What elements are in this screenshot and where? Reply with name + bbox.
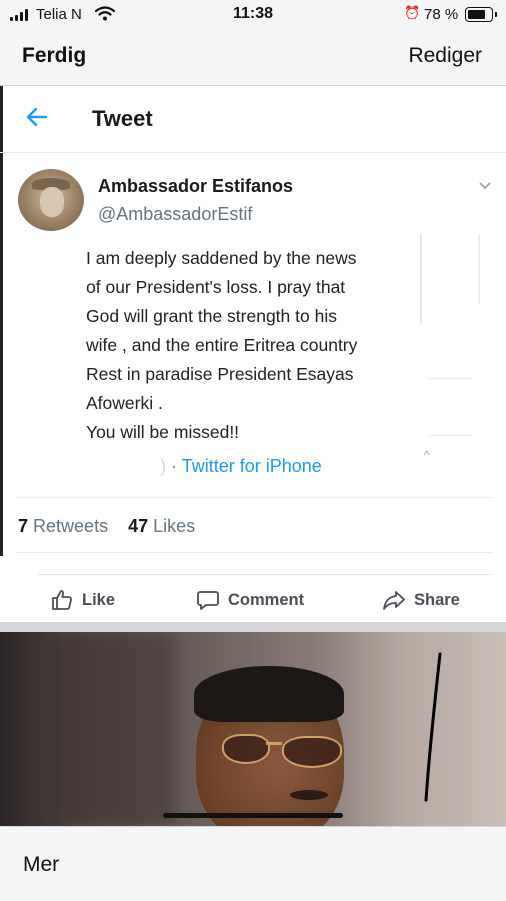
divider [0, 622, 506, 632]
comment-icon [196, 588, 220, 612]
source-separator: · [171, 456, 182, 476]
faded-text: ) [160, 456, 166, 476]
image-border [0, 86, 3, 556]
tweet-stats: 7 Retweets 47 Likes [18, 516, 195, 537]
home-indicator [163, 813, 343, 818]
tweet-text-line: You will be missed!! [86, 422, 240, 442]
divider [38, 574, 492, 575]
tweet-text-line: Rest in paradise President Esayas [86, 364, 354, 384]
battery-icon [465, 7, 497, 22]
status-bar: Telia N 11:38 ⏰ 78 % [0, 0, 506, 30]
post-actions: Like Comment Share [0, 576, 506, 624]
thumbs-up-icon [50, 588, 74, 612]
comment-button[interactable]: Comment [196, 588, 304, 612]
tweet-text-line: wife , and the entire Eritrea country [86, 335, 358, 355]
avatar[interactable] [18, 169, 84, 231]
tweet-text-line: Afowerki . [86, 393, 163, 413]
divider [16, 552, 492, 553]
divider [16, 497, 492, 498]
likes-label[interactable]: Likes [153, 516, 195, 536]
editing-artifact [478, 234, 480, 304]
editing-artifact [428, 435, 472, 436]
post-content: Tweet Ambassador Estifanos @AmbassadorEs… [0, 86, 506, 826]
share-button[interactable]: Share [382, 588, 460, 612]
tweet-text-line: of our President's loss. I pray that [86, 277, 346, 297]
author-name[interactable]: Ambassador Estifanos [98, 176, 293, 197]
alarm-icon: ⏰ [404, 5, 421, 20]
comment-label: Comment [228, 590, 305, 609]
tweet-text: I am deeply saddened by the news of our … [86, 244, 416, 447]
battery-percent: 78 % [424, 6, 459, 23]
share-arrow-icon [382, 588, 406, 612]
like-button[interactable]: Like [50, 588, 115, 612]
retweets-label[interactable]: Retweets [33, 516, 108, 536]
chevron-down-icon[interactable] [478, 178, 492, 194]
author-handle[interactable]: @AmbassadorEstif [98, 204, 252, 225]
more-button[interactable]: Mer [23, 853, 59, 877]
like-label: Like [82, 590, 116, 609]
share-label: Share [414, 590, 460, 609]
likes-count: 47 [128, 516, 149, 536]
tweet-text-line: God will grant the strength to his [86, 306, 337, 326]
navigation-bar: Ferdig Rediger [0, 30, 506, 86]
done-button[interactable]: Ferdig [22, 44, 86, 68]
bottom-bar: Mer [0, 826, 506, 901]
editing-artifact [428, 378, 472, 379]
back-arrow-icon[interactable] [24, 104, 50, 130]
caret-icon: ^ [424, 448, 430, 462]
tweet-source: ) · Twitter for iPhone [160, 456, 322, 477]
edit-button[interactable]: Rediger [408, 44, 482, 68]
tweet-header-title: Tweet [92, 106, 153, 131]
tweet-text-line: I am deeply saddened by the news [86, 248, 357, 268]
source-label[interactable]: Twitter for iPhone [182, 456, 322, 476]
tweet-header: Tweet [0, 86, 506, 153]
post-photo[interactable] [0, 632, 506, 826]
editing-artifact [420, 234, 422, 324]
retweets-count: 7 [18, 516, 29, 536]
